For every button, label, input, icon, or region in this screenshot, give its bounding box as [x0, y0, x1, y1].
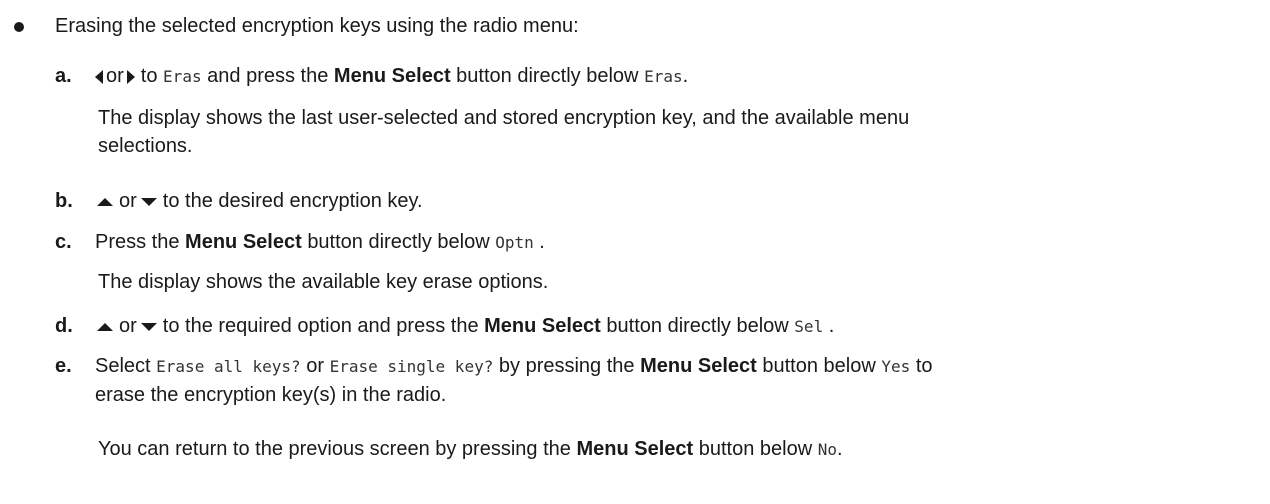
step-letter: d. — [55, 315, 73, 337]
step-letter: e. — [55, 355, 72, 377]
menu-code: Sel — [794, 317, 824, 336]
menu-select-label: Menu Select — [185, 231, 302, 253]
step-c-result: The display shows the available key eras… — [98, 271, 549, 293]
menu-code: Erase all keys? — [156, 357, 301, 376]
step-c-line: Press the Menu Select button directly be… — [95, 231, 545, 253]
step-a-result: The display shows the last user-selected… — [98, 107, 910, 157]
step-letter: c. — [55, 231, 72, 253]
intro-text: Erasing the selected encryption keys usi… — [55, 15, 579, 37]
menu-code: No — [817, 440, 837, 459]
up-arrow-icon — [97, 197, 113, 206]
step-a-line: or to Eras and press the Menu Select butt… — [95, 62, 1255, 91]
menu-select-label: Menu Select — [484, 315, 601, 337]
down-arrow-icon — [140, 197, 157, 206]
step-letter: b. — [55, 190, 73, 212]
menu-code: Erase single key? — [329, 357, 494, 376]
step-e-line: Select Erase all keys? or Erase single k… — [95, 355, 933, 406]
left-arrow-icon — [95, 69, 103, 84]
step-d-line: or to the required option and press the M… — [95, 312, 1255, 341]
menu-select-label: Menu Select — [576, 438, 694, 460]
menu-code: Eras — [163, 67, 202, 86]
bullet-point — [14, 22, 24, 32]
menu-code: Yes — [881, 357, 911, 376]
menu-select-label: Menu Select — [640, 355, 757, 377]
step-letter: a. — [55, 65, 72, 87]
step-b-line: or to the desired encryption key. — [95, 187, 1255, 215]
right-arrow-icon — [126, 69, 135, 84]
menu-code: Eras — [644, 67, 683, 86]
menu-select-label: Menu Select — [333, 65, 451, 87]
step-e-result: You can return to the previous screen by… — [98, 438, 843, 460]
up-arrow-icon — [97, 322, 113, 331]
down-arrow-icon — [140, 322, 157, 331]
menu-code: Optn — [495, 233, 534, 252]
